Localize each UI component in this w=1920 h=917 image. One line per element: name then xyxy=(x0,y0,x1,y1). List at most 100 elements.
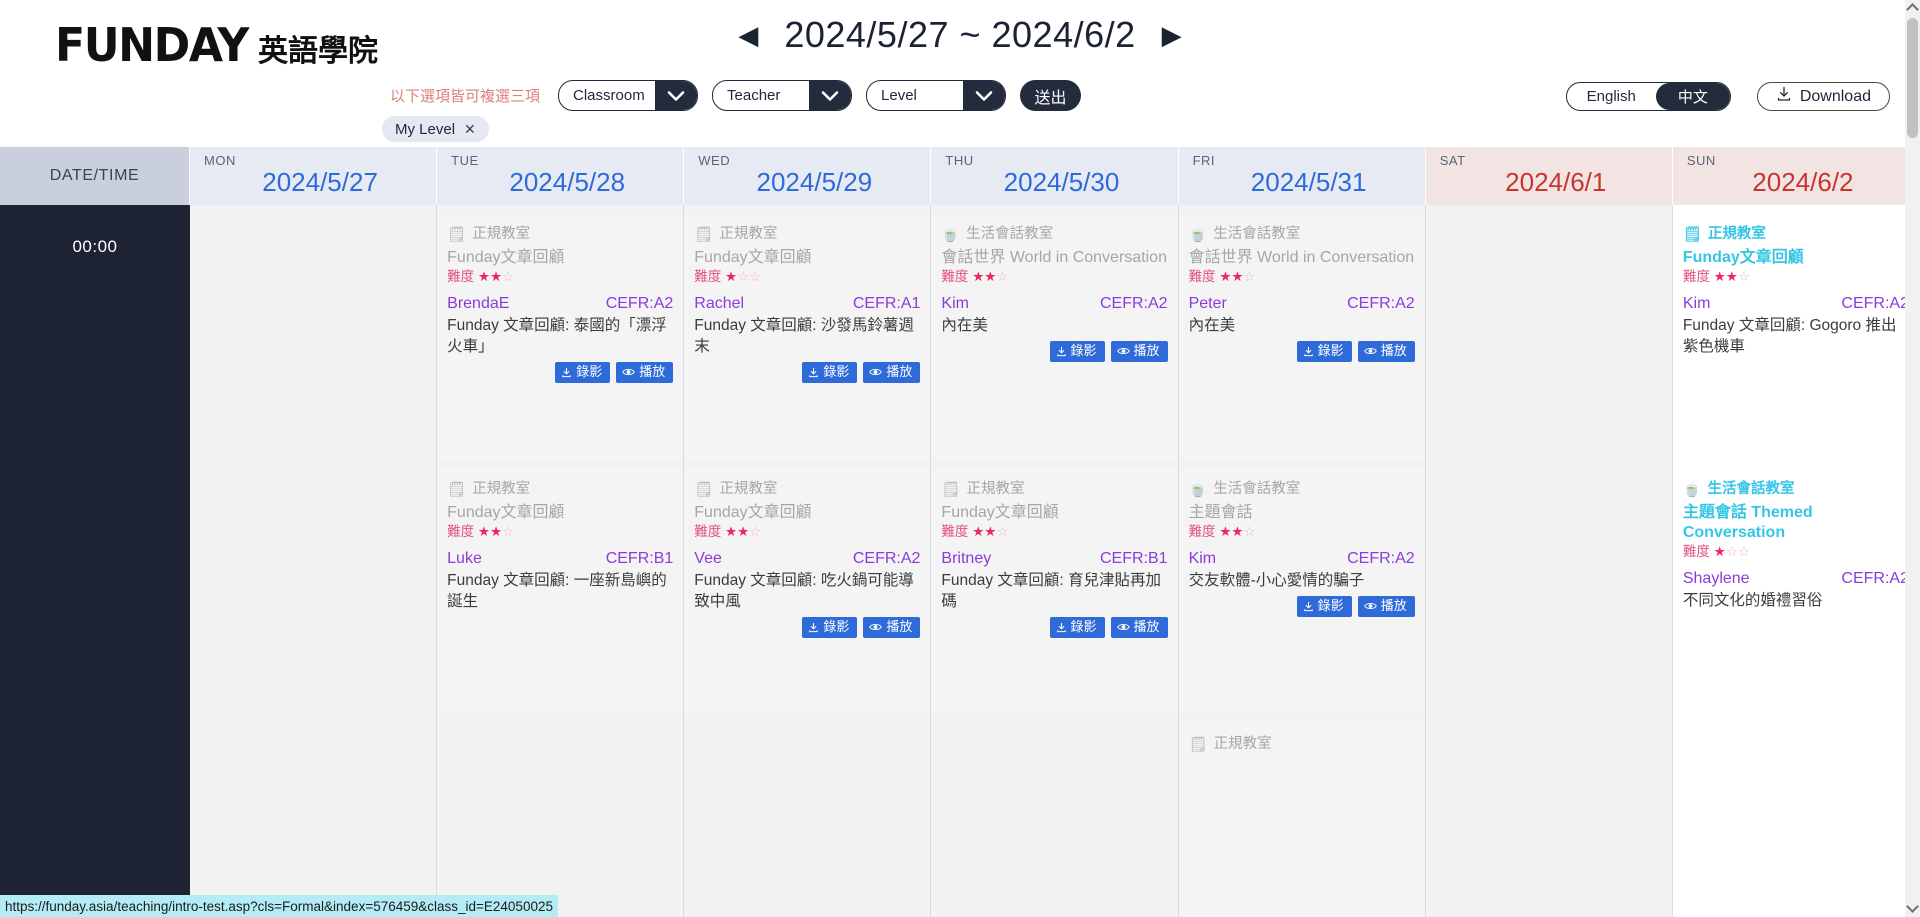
eye-icon xyxy=(869,367,883,377)
event-card[interactable]: 🗒 正規教室 Funday文章回顧 難度 ★★☆ Luke CEFR:B1 Funday 文… xyxy=(437,468,684,715)
event-title[interactable]: Funday 文章回顧: 育兒津貼再加碼 xyxy=(941,571,1167,613)
event-classroom-label: 生活會話教室 xyxy=(966,226,1054,242)
event-card[interactable]: 🍵 生活會話教室 主題會話 Themed Conversation 難度 ★☆☆ Sha… xyxy=(1672,468,1919,715)
language-option-english[interactable]: English xyxy=(1567,83,1656,110)
button-label: 錄影 xyxy=(1070,618,1097,634)
play-button[interactable]: 播放 xyxy=(616,361,674,383)
day-header-sun: SUN 2024/6/2 xyxy=(1672,147,1920,205)
play-button[interactable]: 播放 xyxy=(1110,340,1168,362)
language-toggle[interactable]: English 中文 xyxy=(1565,82,1731,111)
difficulty-label: 難度 xyxy=(447,524,475,540)
event-title[interactable]: 內在美 xyxy=(941,316,1167,337)
level-select[interactable]: Level xyxy=(866,80,1007,111)
event-teacher[interactable]: Peter xyxy=(1189,295,1227,313)
download-icon xyxy=(1056,622,1067,633)
play-button[interactable]: 播放 xyxy=(863,616,921,638)
difficulty-stars: ★★☆ xyxy=(972,269,1009,285)
play-button[interactable]: 播放 xyxy=(1357,340,1415,362)
record-download-button[interactable]: 錄影 xyxy=(1296,340,1352,362)
record-download-button[interactable]: 錄影 xyxy=(802,616,858,638)
event-card[interactable]: 🍵 生活會話教室 主題會話 難度 ★★☆ Kim CEFR:A2 交友軟體-小心愛情的騙子錄… xyxy=(1178,468,1425,715)
record-download-button[interactable]: 錄影 xyxy=(1296,595,1352,617)
event-difficulty: 難度 ★★☆ xyxy=(941,268,1167,286)
close-icon[interactable]: ✕ xyxy=(464,122,476,136)
event-title[interactable]: Funday 文章回顧: 一座新島嶼的誕生 xyxy=(447,571,673,613)
event-classroom-label: 生活會話教室 xyxy=(1213,481,1301,497)
teacher-select[interactable]: Teacher xyxy=(712,80,853,111)
event-teacher[interactable]: Kim xyxy=(941,295,969,313)
difficulty-stars: ★☆☆ xyxy=(725,269,762,285)
event-title[interactable]: Funday 文章回顧: Gogoro 推出紫色機車 xyxy=(1683,316,1909,358)
scroll-down-arrow-icon[interactable] xyxy=(1906,900,1919,913)
event-teacher[interactable]: Kim xyxy=(1683,295,1711,313)
record-download-button[interactable]: 錄影 xyxy=(1049,616,1105,638)
event-card[interactable]: 🗒 正規教室 Funday文章回顧 難度 ★★☆ Britney CEFR:B1 Funda… xyxy=(931,468,1178,715)
difficulty-stars: ★★☆ xyxy=(725,524,762,540)
event-meta: Kim CEFR:A2 xyxy=(941,295,1167,313)
event-classroom-label: 正規教室 xyxy=(719,481,778,497)
level-select-label: Level xyxy=(881,87,917,104)
event-course-name: 主題會話 xyxy=(1188,504,1253,522)
event-title[interactable]: 不同文化的婚禮習俗 xyxy=(1683,591,1909,612)
button-label: 播放 xyxy=(1133,618,1160,634)
event-title[interactable]: Funday 文章回顧: 泰國的「漂浮火車」 xyxy=(447,316,673,358)
event-teacher[interactable]: Shaylene xyxy=(1683,570,1750,588)
event-title[interactable]: 交友軟體-小心愛情的騙子 xyxy=(1189,571,1415,592)
classroom-select-label: Classroom xyxy=(573,87,645,104)
event-actions: 錄影 播放 xyxy=(694,361,921,383)
play-button[interactable]: 播放 xyxy=(1357,595,1415,617)
event-card[interactable]: 🗒 正規教室 Funday文章回顧 難度 ★★☆ BrendaE CEFR:A2 Funda… xyxy=(437,213,684,460)
event-title[interactable]: Funday 文章回顧: 沙發馬鈴薯週末 xyxy=(694,316,920,358)
event-course-name: 會話世界 World in Conversation xyxy=(941,249,1167,267)
event-meta: Britney CEFR:B1 xyxy=(941,550,1167,568)
submit-button[interactable]: 送出 xyxy=(1020,80,1082,111)
classroom-select[interactable]: Classroom xyxy=(558,80,699,111)
scrollbar-thumb[interactable] xyxy=(1907,18,1918,138)
brand-logo[interactable]: FUNDAY 英語學院 xyxy=(55,18,378,72)
button-label: 播放 xyxy=(1380,342,1407,358)
record-download-button[interactable]: 錄影 xyxy=(1049,340,1105,362)
scroll-up-arrow-icon[interactable] xyxy=(1906,3,1919,16)
difficulty-label: 難度 xyxy=(1188,524,1216,540)
cup-icon: 🍵 xyxy=(941,226,961,244)
difficulty-stars: ★★☆ xyxy=(477,269,515,285)
event-teacher[interactable]: Rachel xyxy=(694,295,744,313)
event-title[interactable]: 內在美 xyxy=(1189,316,1415,337)
download-button-label: Download xyxy=(1799,87,1871,105)
download-button[interactable]: Download xyxy=(1756,82,1890,111)
event-title[interactable]: Funday 文章回顧: 吃火鍋可能導致中風 xyxy=(694,571,920,613)
event-difficulty: 難度 ★★☆ xyxy=(447,523,673,541)
event-card[interactable]: 🍵 生活會話教室 會話世界 World in Conversation 難度 ★★☆ P… xyxy=(1178,213,1425,460)
record-download-button[interactable]: 錄影 xyxy=(555,361,611,383)
difficulty-stars: ★★☆ xyxy=(477,524,515,540)
vertical-scrollbar[interactable] xyxy=(1905,0,1920,917)
day-of-week-label: TUE xyxy=(451,153,479,168)
button-label: 錄影 xyxy=(1317,342,1344,358)
event-teacher[interactable]: Luke xyxy=(447,550,482,568)
next-week-arrow-icon[interactable]: ▶ xyxy=(1158,20,1186,50)
event-teacher[interactable]: BrendaE xyxy=(447,295,509,313)
record-download-button[interactable]: 錄影 xyxy=(802,361,858,383)
brand-logo-cn: 英語學院 xyxy=(257,35,378,68)
event-card[interactable]: 🗒 正規教室 Funday文章回顧 難度 ★★☆ Kim CEFR:A2 Funday 文章… xyxy=(1672,213,1919,460)
event-course-name: 會話世界 World in Conversation xyxy=(1188,249,1415,267)
event-card[interactable]: 🗒 正規教室 xyxy=(1178,723,1425,917)
download-icon xyxy=(1303,346,1314,357)
difficulty-label: 難度 xyxy=(941,269,969,285)
play-button[interactable]: 播放 xyxy=(1110,616,1168,638)
event-teacher[interactable]: Kim xyxy=(1189,550,1217,568)
event-teacher[interactable]: Vee xyxy=(694,550,722,568)
language-option-chinese[interactable]: 中文 xyxy=(1655,83,1730,110)
event-card[interactable]: 🗒 正規教室 Funday文章回顧 難度 ★★☆ Vee CEFR:A2 Funday 文章… xyxy=(684,468,931,715)
event-classroom: 🗒 正規教室 xyxy=(941,481,1167,498)
day-header-fri: FRI 2024/5/31 xyxy=(1178,147,1426,205)
cup-icon: 🍵 xyxy=(1188,226,1208,244)
prev-week-arrow-icon[interactable]: ◀ xyxy=(734,20,762,50)
chip-my-level[interactable]: My Level ✕ xyxy=(382,116,489,142)
button-label: 錄影 xyxy=(1070,342,1097,358)
event-card[interactable]: 🍵 生活會話教室 會話世界 World in Conversation 難度 ★★☆ K… xyxy=(931,213,1178,460)
event-card[interactable]: 🗒 正規教室 Funday文章回顧 難度 ★☆☆ Rachel CEFR:A1 Funday… xyxy=(684,213,931,460)
event-cefr-level: CEFR:A2 xyxy=(1347,549,1415,567)
event-teacher[interactable]: Britney xyxy=(941,550,991,568)
play-button[interactable]: 播放 xyxy=(863,361,921,383)
